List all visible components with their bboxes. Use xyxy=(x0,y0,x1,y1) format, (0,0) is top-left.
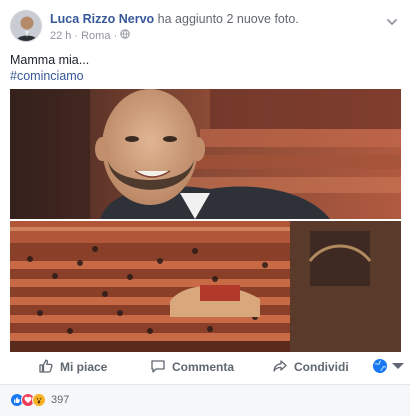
comment-button[interactable]: Commenta xyxy=(150,356,234,378)
like-button[interactable]: Mi piace xyxy=(38,356,107,378)
post-meta: 22 h · Roma · xyxy=(50,29,130,42)
post-card: Luca Rizzo Nervo ha aggiunto 2 nuove fot… xyxy=(0,0,410,416)
globe-icon xyxy=(120,29,130,42)
speech-bubble-icon xyxy=(150,358,166,377)
meta-separator: · xyxy=(113,29,118,42)
reaction-count[interactable]: 397 xyxy=(51,394,69,406)
photo-chamber[interactable] xyxy=(10,221,401,352)
chevron-down-icon[interactable] xyxy=(384,14,400,30)
share-arrow-icon xyxy=(272,358,288,377)
author-line: Luca Rizzo Nervo ha aggiunto 2 nuove fot… xyxy=(50,12,299,26)
author-avatar[interactable] xyxy=(10,10,42,42)
share-button[interactable]: Condividi xyxy=(272,356,349,378)
post-header: Luca Rizzo Nervo ha aggiunto 2 nuove fot… xyxy=(10,10,400,46)
photo-selfie[interactable] xyxy=(10,89,401,219)
author-name[interactable]: Luca Rizzo Nervo xyxy=(50,12,154,26)
meta-separator: · xyxy=(74,29,79,42)
post-actions-bar: Mi piace Commenta Condividi xyxy=(10,356,404,378)
chevron-down-icon xyxy=(390,358,406,377)
reactions-footer: 397 xyxy=(0,384,410,416)
reactions-summary[interactable]: 397 xyxy=(10,393,69,407)
comment-label: Commenta xyxy=(172,360,235,374)
post-action-text: ha aggiunto 2 nuove foto. xyxy=(157,12,299,26)
post-text: Mamma mia... xyxy=(10,53,90,67)
wow-reaction-icon xyxy=(32,393,46,407)
thumbs-up-icon xyxy=(38,358,54,377)
audience-selector[interactable] xyxy=(372,356,406,378)
like-label: Mi piace xyxy=(60,360,108,374)
hashtag-link[interactable]: #cominciamo xyxy=(10,68,89,84)
post-time[interactable]: 22 h xyxy=(50,30,71,42)
post-message: Mamma mia... #cominciamo xyxy=(10,52,89,84)
globe-icon xyxy=(372,358,388,377)
post-location[interactable]: Roma xyxy=(81,30,110,42)
share-label: Condividi xyxy=(294,360,349,374)
